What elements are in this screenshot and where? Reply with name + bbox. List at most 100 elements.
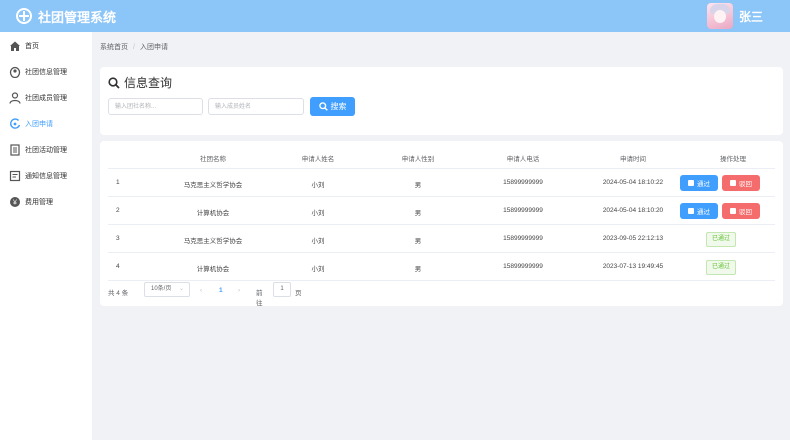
- search-title-text: 信息查询: [124, 76, 173, 90]
- goto-unit: 页: [295, 290, 302, 297]
- sidebar-item-apply[interactable]: 入团申请: [0, 114, 92, 134]
- sidebar-item-club-info[interactable]: 社团信息管理: [0, 62, 92, 82]
- reject-button[interactable]: 驳回: [722, 175, 760, 191]
- col-name: 申请人姓名: [301, 156, 335, 163]
- table-header: 社团名称 申请人姓名 申请人性别 申请人电话 申请时间 操作处理: [108, 149, 775, 169]
- pass-button[interactable]: 通过: [680, 203, 718, 219]
- sidebar-item-label: 社团成员管理: [25, 95, 67, 102]
- info-icon: [9, 66, 21, 78]
- passed-tag: 已通过: [706, 232, 737, 247]
- search-panel: 信息查询 搜索: [100, 67, 783, 135]
- row-club: 马克思主义哲学协会: [183, 182, 243, 189]
- top-header: 社团管理系统: [0, 0, 790, 32]
- row-time: 2023-09-05 22:12:13: [602, 235, 664, 242]
- sidebar-item-label: 社团活动管理: [25, 147, 67, 154]
- prev-page-button[interactable]: ‹: [200, 287, 202, 294]
- row-phone: 15899999999: [503, 179, 543, 186]
- search-button[interactable]: 搜索: [310, 97, 355, 116]
- check-icon: [688, 180, 694, 186]
- row-gender: 男: [414, 210, 422, 217]
- breadcrumb: 系统首页 / 入团申请: [100, 42, 168, 52]
- row-club: 计算机协会: [196, 266, 230, 273]
- col-actions: 操作处理: [720, 156, 746, 163]
- col-gender: 申请人性别: [401, 156, 435, 163]
- passed-tag: 已通过: [706, 260, 737, 275]
- sidebar-item-label: 入团申请: [25, 121, 53, 128]
- sidebar: 首页 社团信息管理 社团成员管理 入团申请 社团活动管理 通知信息管理 ¥ 费用…: [0, 32, 92, 440]
- user-name[interactable]: 张三: [739, 8, 763, 25]
- pass-label: 通过: [697, 209, 710, 216]
- user-icon: [9, 92, 21, 104]
- sidebar-item-notices[interactable]: 通知信息管理: [0, 166, 92, 186]
- club-name-input[interactable]: [108, 98, 203, 115]
- breadcrumb-separator: /: [133, 44, 135, 51]
- reject-label: 驳回: [739, 209, 752, 216]
- row-time: 2024-05-04 18:10:20: [602, 207, 664, 214]
- row-index: 2: [116, 207, 120, 214]
- next-page-button[interactable]: ›: [238, 287, 240, 294]
- row-index: 1: [116, 179, 120, 186]
- row-gender: 男: [414, 182, 422, 189]
- sidebar-item-members[interactable]: 社团成员管理: [0, 88, 92, 108]
- row-club: 马克思主义哲学协会: [183, 238, 243, 245]
- row-index: 4: [116, 263, 120, 270]
- sidebar-item-label: 费用管理: [25, 199, 53, 206]
- col-time: 申请时间: [620, 156, 646, 163]
- row-time: 2024-05-04 18:10:22: [602, 179, 664, 186]
- breadcrumb-current: 入团申请: [139, 44, 168, 51]
- row-phone: 15899999999: [503, 235, 543, 242]
- member-name-input[interactable]: [208, 98, 304, 115]
- table-row: 4 计算机协会 小刘 男 15899999999 2023-07-13 19:4…: [108, 253, 775, 281]
- row-name: 小刘: [311, 182, 325, 189]
- table-row: 3 马克思主义哲学协会 小刘 男 15899999999 2023-09-05 …: [108, 225, 775, 253]
- page-number[interactable]: 1: [219, 287, 223, 294]
- page-size-select[interactable]: 10条/页 ⌄: [144, 282, 190, 297]
- user-avatar[interactable]: [707, 3, 733, 29]
- row-index: 3: [116, 235, 120, 242]
- reject-label: 驳回: [739, 181, 752, 188]
- reject-icon: [730, 180, 736, 186]
- row-phone: 15899999999: [503, 207, 543, 214]
- reject-button[interactable]: 驳回: [722, 203, 760, 219]
- row-time: 2023-07-13 19:49:45: [602, 263, 664, 270]
- pass-button[interactable]: 通过: [680, 175, 718, 191]
- goto-label: 前往: [256, 290, 263, 307]
- row-gender: 男: [414, 238, 422, 245]
- fee-icon: ¥: [9, 196, 21, 208]
- search-button-label: 搜索: [330, 102, 347, 111]
- sidebar-item-home[interactable]: 首页: [0, 36, 92, 56]
- col-club: 社团名称: [200, 156, 226, 163]
- pagination: 共 4 条 10条/页 ⌄ ‹ 1 › 前往 1 页: [108, 282, 302, 307]
- reject-icon: [730, 208, 736, 214]
- row-club: 计算机协会: [196, 210, 230, 217]
- sidebar-item-label: 通知信息管理: [25, 173, 67, 180]
- search-title: 信息查询: [108, 74, 172, 91]
- search-icon: [318, 102, 328, 111]
- breadcrumb-home[interactable]: 系统首页: [100, 44, 128, 51]
- col-phone: 申请人电话: [506, 156, 540, 163]
- search-icon: [108, 76, 120, 89]
- row-name: 小刘: [311, 266, 325, 273]
- table-row: 2 计算机协会 小刘 男 15899999999 2024-05-04 18:1…: [108, 197, 775, 225]
- logo-icon: [16, 8, 32, 24]
- pass-label: 通过: [697, 181, 710, 188]
- check-icon: [688, 208, 694, 214]
- row-gender: 男: [414, 266, 422, 273]
- notice-icon: [9, 170, 21, 182]
- table-row: 1 马克思主义哲学协会 小刘 男 15899999999 2024-05-04 …: [108, 169, 775, 197]
- sidebar-item-label: 社团信息管理: [25, 69, 67, 76]
- sidebar-item-fees[interactable]: ¥ 费用管理: [0, 192, 92, 212]
- row-name: 小刘: [311, 210, 325, 217]
- app-title: 社团管理系统: [38, 9, 117, 25]
- goto-page-input[interactable]: 1: [273, 282, 291, 297]
- home-icon: [9, 40, 21, 52]
- sidebar-item-activities[interactable]: 社团活动管理: [0, 140, 92, 160]
- apply-icon: [9, 118, 21, 130]
- activity-icon: [9, 144, 21, 156]
- svg-text:¥: ¥: [13, 200, 17, 207]
- page-size-value: 10条/页: [151, 286, 172, 292]
- row-name: 小刘: [311, 238, 325, 245]
- chevron-down-icon: ⌄: [178, 286, 184, 292]
- application-table: 社团名称 申请人姓名 申请人性别 申请人电话 申请时间 操作处理 1 马克思主义…: [100, 141, 783, 307]
- row-phone: 15899999999: [503, 263, 543, 270]
